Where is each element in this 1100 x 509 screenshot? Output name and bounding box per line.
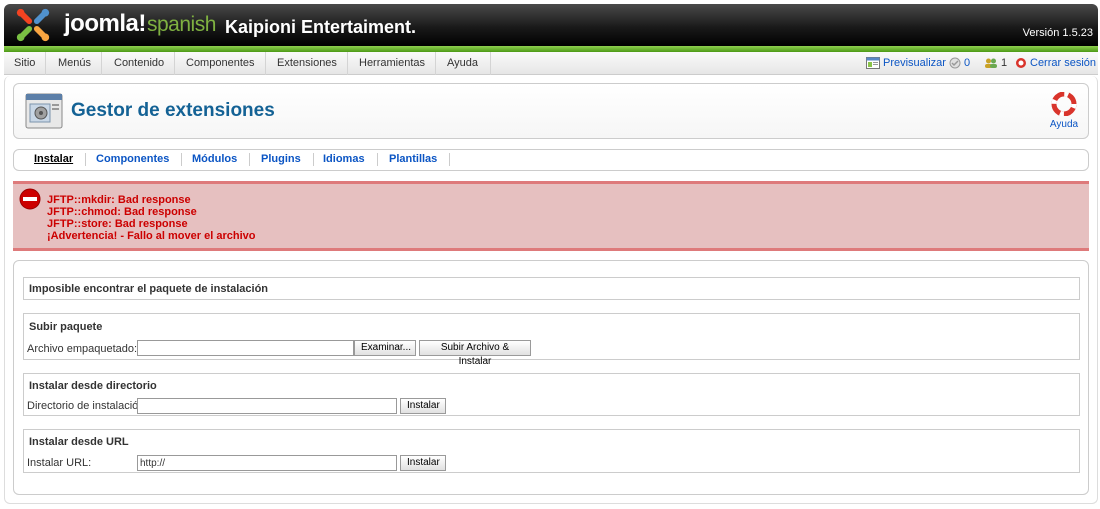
- tab-componentes[interactable]: Componentes: [84, 153, 183, 166]
- error-message: JFTP::store: Bad response: [47, 218, 188, 230]
- menu-item-extensiones[interactable]: Extensiones: [267, 52, 348, 75]
- error-message-box: JFTP::mkdir: Bad response JFTP::chmod: B…: [13, 181, 1089, 251]
- preview-icon: [866, 57, 880, 70]
- install-url-input[interactable]: [137, 455, 397, 471]
- tab-plantillas[interactable]: Plantillas: [377, 153, 451, 166]
- menu-item-ayuda[interactable]: Ayuda: [437, 52, 491, 75]
- joomla-logo-icon: [16, 8, 50, 42]
- error-message: ¡Advertencia! - Fallo al mover el archiv…: [47, 230, 256, 242]
- tab-plugins[interactable]: Plugins: [249, 153, 314, 166]
- help-lifebuoy-icon: [1051, 91, 1077, 117]
- error-list: JFTP::mkdir: Bad response JFTP::chmod: B…: [47, 194, 255, 242]
- logout-link[interactable]: Cerrar sesión: [1015, 52, 1096, 75]
- tab-modulos[interactable]: Módulos: [180, 153, 251, 166]
- error-message: JFTP::mkdir: Bad response: [47, 194, 191, 206]
- preview-label: Previsualizar: [883, 57, 946, 69]
- install-url-section: Instalar desde URL Instalar URL: Instala…: [23, 429, 1080, 473]
- directory-field-label: Directorio de instalación:: [27, 400, 148, 412]
- logout-label: Cerrar sesión: [1030, 57, 1097, 69]
- help-button[interactable]: Ayuda: [1044, 91, 1084, 130]
- upload-install-button[interactable]: Subir Archivo & Instalar: [419, 340, 531, 367]
- help-label: Ayuda: [1049, 119, 1079, 130]
- version-label: Versión 1.5.23: [1022, 27, 1093, 39]
- messages-icon: [949, 57, 961, 69]
- messages-indicator[interactable]: 0: [949, 52, 970, 75]
- install-url-button[interactable]: Instalar: [400, 455, 446, 471]
- upload-package-section: Subir paquete Archivo empaquetado: Exami…: [23, 313, 1080, 367]
- menu-item-contenido[interactable]: Contenido: [104, 52, 176, 75]
- users-icon: [985, 58, 997, 69]
- users-indicator[interactable]: 1: [984, 52, 1007, 75]
- users-count: 1: [1001, 57, 1008, 69]
- page-title: Gestor de extensiones: [71, 100, 275, 121]
- install-notice-box: Imposible encontrar el paquete de instal…: [23, 277, 1080, 300]
- browse-button[interactable]: Examinar...: [354, 340, 416, 356]
- logout-icon: [1016, 58, 1026, 69]
- admin-header: joomla! spanish Kaipioni Entertaiment. V…: [4, 4, 1098, 46]
- menu-item-menus[interactable]: Menús: [48, 52, 103, 75]
- upload-field-label: Archivo empaquetado:: [27, 343, 138, 355]
- install-notice: Imposible encontrar el paquete de instal…: [29, 283, 269, 295]
- install-directory-input[interactable]: [137, 398, 397, 414]
- menu-item-sitio[interactable]: Sitio: [4, 52, 47, 75]
- menu-item-herramientas[interactable]: Herramientas: [349, 52, 437, 75]
- menu-item-componentes[interactable]: Componentes: [176, 52, 266, 75]
- tab-instalar[interactable]: Instalar: [22, 153, 87, 166]
- preview-link[interactable]: Previsualizar: [866, 52, 946, 75]
- install-directory-button[interactable]: Instalar: [400, 398, 446, 414]
- upload-section-title: Subir paquete: [29, 321, 103, 333]
- main-menu-bar: Sitio Menús Contenido Componentes Extens…: [4, 52, 1098, 75]
- submenu-tabs: Instalar Componentes Módulos Plugins Idi…: [13, 149, 1089, 171]
- url-section-title: Instalar desde URL: [29, 436, 129, 448]
- package-file-input[interactable]: [137, 340, 354, 356]
- url-field-label: Instalar URL:: [27, 457, 92, 469]
- install-panel: Imposible encontrar el paquete de instal…: [13, 260, 1089, 495]
- extension-manager-icon: [25, 93, 63, 129]
- brand-name: joomla!: [64, 10, 146, 37]
- install-directory-section: Instalar desde directorio Directorio de …: [23, 373, 1080, 416]
- error-message: JFTP::chmod: Bad response: [47, 206, 197, 218]
- page-header: Gestor de extensiones Ayuda: [13, 83, 1089, 139]
- error-stop-icon: [19, 188, 41, 210]
- site-name: Kaipioni Entertaiment.: [225, 17, 417, 37]
- brand-language: spanish: [147, 13, 216, 36]
- tab-idiomas[interactable]: Idiomas: [311, 153, 378, 166]
- directory-section-title: Instalar desde directorio: [29, 380, 157, 392]
- messages-count: 0: [964, 57, 971, 69]
